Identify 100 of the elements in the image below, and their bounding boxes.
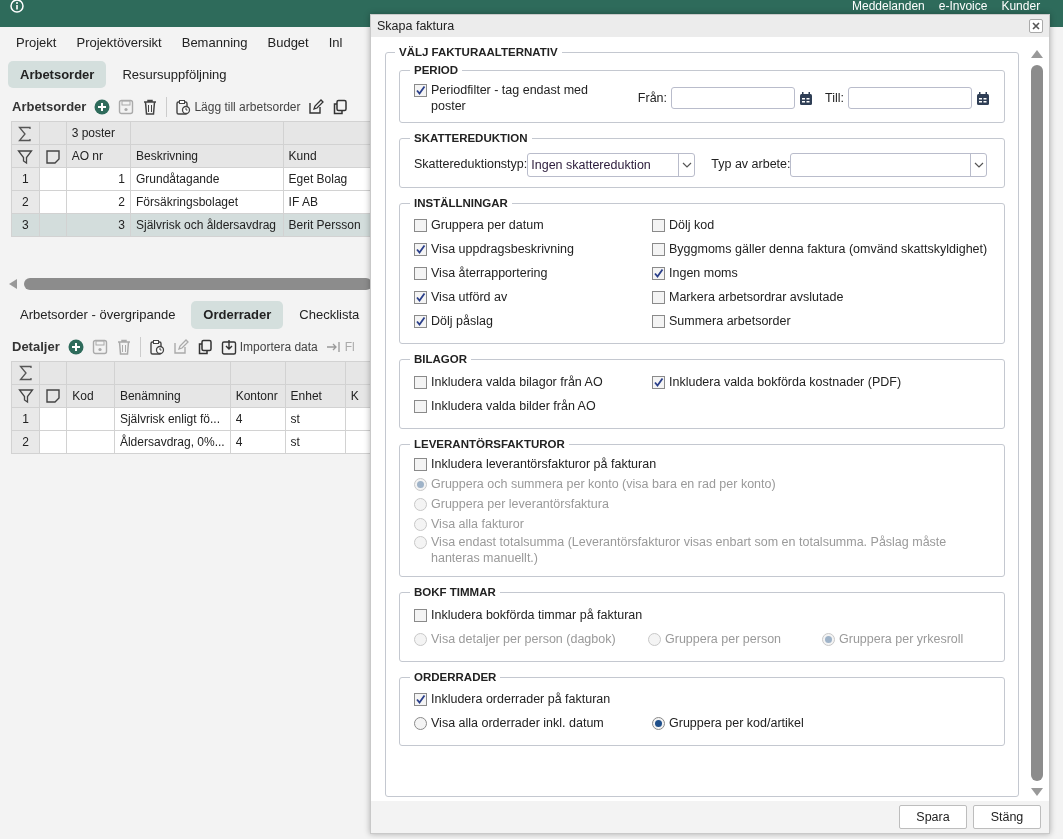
nav-tab[interactable]: Projekt bbox=[6, 29, 67, 57]
dropdown[interactable]: Ingen skattereduktion bbox=[527, 152, 696, 177]
nav-tab[interactable]: Inl bbox=[318, 29, 353, 57]
nav-tab[interactable]: Bemanning bbox=[171, 29, 258, 57]
checkbox[interactable]: Dölj påslag bbox=[414, 313, 652, 329]
note-icon bbox=[45, 388, 62, 405]
row-number: 2 bbox=[11, 190, 40, 214]
section-title: Detaljer bbox=[12, 337, 60, 356]
checkbox[interactable]: Inkludera leverantörsfakturor på fakturan bbox=[414, 456, 990, 472]
checkmark-icon bbox=[415, 694, 426, 705]
section-title: LEVERANTÖRSFAKTUROR bbox=[413, 438, 566, 450]
table-cell: st bbox=[285, 430, 346, 453]
group-title: VÄLJ FAKTURAALTERNATIV bbox=[398, 47, 559, 59]
copy-icon[interactable] bbox=[332, 99, 349, 115]
radio-option[interactable]: Gruppera per kod/artikel bbox=[652, 715, 990, 731]
checkbox[interactable]: Inkludera valda bilagor från AO bbox=[414, 373, 652, 390]
section-title: SKATTEREDUKTION bbox=[413, 133, 529, 145]
nav-tab[interactable]: Budget bbox=[257, 29, 319, 57]
table-cell: 4 bbox=[230, 430, 286, 453]
sum-icon[interactable] bbox=[17, 365, 34, 382]
delete-icon[interactable] bbox=[142, 99, 159, 115]
radio-option[interactable]: Visa alla orderrader inkl. datum bbox=[414, 715, 652, 731]
import-button[interactable]: Importera data bbox=[220, 337, 318, 356]
table-cell: Åldersavdrag, 0%... bbox=[114, 430, 231, 453]
table-cell: Grundåtagande bbox=[130, 167, 284, 191]
checkbox[interactable]: Visa utförd av bbox=[414, 289, 652, 305]
checkbox[interactable]: Summera arbetsorder bbox=[652, 313, 990, 329]
table-cell: 1 bbox=[66, 167, 131, 191]
caret-icon bbox=[681, 161, 692, 168]
clipboard-icon bbox=[175, 99, 192, 115]
checkbox[interactable]: Ingen moms bbox=[652, 265, 990, 281]
checkmark-icon bbox=[653, 268, 664, 279]
scroll-left-icon[interactable] bbox=[8, 278, 18, 290]
add-icon[interactable] bbox=[94, 99, 111, 115]
close-button[interactable] bbox=[1029, 19, 1043, 33]
checkbox[interactable]: Visa uppdragsbeskrivning bbox=[414, 241, 652, 257]
section-title: BILAGOR bbox=[413, 354, 469, 366]
checkmark-icon bbox=[415, 244, 426, 255]
section-title: INSTÄLLNINGAR bbox=[413, 197, 509, 209]
column-header[interactable]: Benämning bbox=[114, 384, 231, 407]
field-label: Skattereduktionstyp: bbox=[414, 156, 528, 174]
row-number: 1 bbox=[11, 407, 40, 430]
table-cell: Försäkringsbolaget bbox=[130, 190, 284, 214]
calendar-icon[interactable] bbox=[976, 90, 990, 106]
checkbox[interactable]: Visa återrapportering bbox=[414, 265, 652, 281]
add-icon[interactable] bbox=[67, 338, 84, 355]
column-header[interactable]: Beskrivning bbox=[130, 144, 284, 168]
record-count: 3 poster bbox=[66, 121, 131, 145]
checkbox[interactable]: Inkludera valda bokförda kostnader (PDF) bbox=[652, 373, 990, 390]
caret-icon bbox=[974, 161, 984, 168]
table-cell: Självrisk och åldersavdrag bbox=[130, 213, 284, 237]
tab[interactable]: Arbetsorder bbox=[8, 60, 107, 88]
checkbox[interactable]: Byggmoms gäller denna faktura (omvänd skattskyldighet) bbox=[652, 241, 990, 257]
checkbox[interactable]: Dölj kod bbox=[652, 217, 990, 233]
checkbox[interactable]: Periodfilter - tag endast med poster bbox=[414, 82, 620, 114]
field-label: Från: bbox=[637, 89, 667, 107]
section-title: PERIOD bbox=[413, 64, 460, 76]
filter-icon[interactable] bbox=[17, 148, 34, 165]
date-field[interactable] bbox=[671, 87, 795, 109]
filter-icon[interactable] bbox=[17, 388, 34, 405]
header-link[interactable]: Meddelanden bbox=[852, 0, 925, 13]
add-work-order-button[interactable]: Lägg till arbetsorder bbox=[175, 98, 301, 116]
field-label: Till: bbox=[825, 89, 844, 107]
edit-icon[interactable] bbox=[308, 99, 325, 115]
checkbox[interactable]: Inkludera valda bilder från AO bbox=[414, 397, 990, 414]
checkbox[interactable]: Inkludera orderrader på fakturan bbox=[414, 691, 990, 707]
tab[interactable]: Arbetsorder - övergripande bbox=[8, 301, 188, 329]
scroll-down-icon[interactable] bbox=[1030, 787, 1044, 797]
row-number: 3 bbox=[11, 213, 40, 237]
info-icon[interactable] bbox=[10, 0, 24, 13]
table-cell: Självrisk enligt fö... bbox=[114, 407, 231, 430]
dialog-button[interactable]: Spara bbox=[899, 804, 967, 830]
section-title: ORDERRADER bbox=[413, 671, 498, 683]
dialog-title: Skapa faktura bbox=[377, 17, 455, 35]
checkmark-icon bbox=[653, 376, 664, 388]
table-cell: 2 bbox=[66, 190, 131, 214]
header-link[interactable]: e-Invoice bbox=[938, 0, 988, 13]
checkbox[interactable]: Inkludera bokförda timmar på fakturan bbox=[414, 606, 990, 623]
checkbox[interactable]: Gruppera per datum bbox=[414, 217, 652, 233]
copy-icon[interactable] bbox=[196, 338, 213, 355]
scrollbar-thumb[interactable] bbox=[1031, 65, 1043, 781]
close-icon bbox=[1031, 21, 1041, 31]
sum-icon[interactable] bbox=[17, 125, 34, 142]
tab[interactable]: Orderrader bbox=[191, 301, 284, 329]
nav-tab[interactable]: Projektöversikt bbox=[66, 29, 172, 57]
section-title: Arbetsorder bbox=[12, 98, 87, 117]
tab[interactable]: Resursuppföljning bbox=[110, 60, 239, 88]
table-cell: st bbox=[285, 407, 346, 430]
header-link[interactable]: Kunder bbox=[1001, 0, 1041, 13]
import-icon bbox=[220, 338, 237, 355]
checkbox[interactable]: Markera arbetsordrar avslutade bbox=[652, 289, 990, 305]
calendar-icon[interactable] bbox=[799, 90, 813, 106]
dialog-button[interactable]: Stäng bbox=[973, 804, 1041, 830]
scroll-up-icon[interactable] bbox=[1030, 49, 1044, 59]
clipboard-icon[interactable] bbox=[148, 338, 165, 355]
row-number: 2 bbox=[11, 430, 40, 453]
scrollbar-thumb[interactable] bbox=[24, 278, 372, 290]
section-title: BOKF TIMMAR bbox=[413, 587, 497, 599]
date-field[interactable] bbox=[848, 87, 972, 109]
tab[interactable]: Checklista bbox=[287, 301, 372, 329]
